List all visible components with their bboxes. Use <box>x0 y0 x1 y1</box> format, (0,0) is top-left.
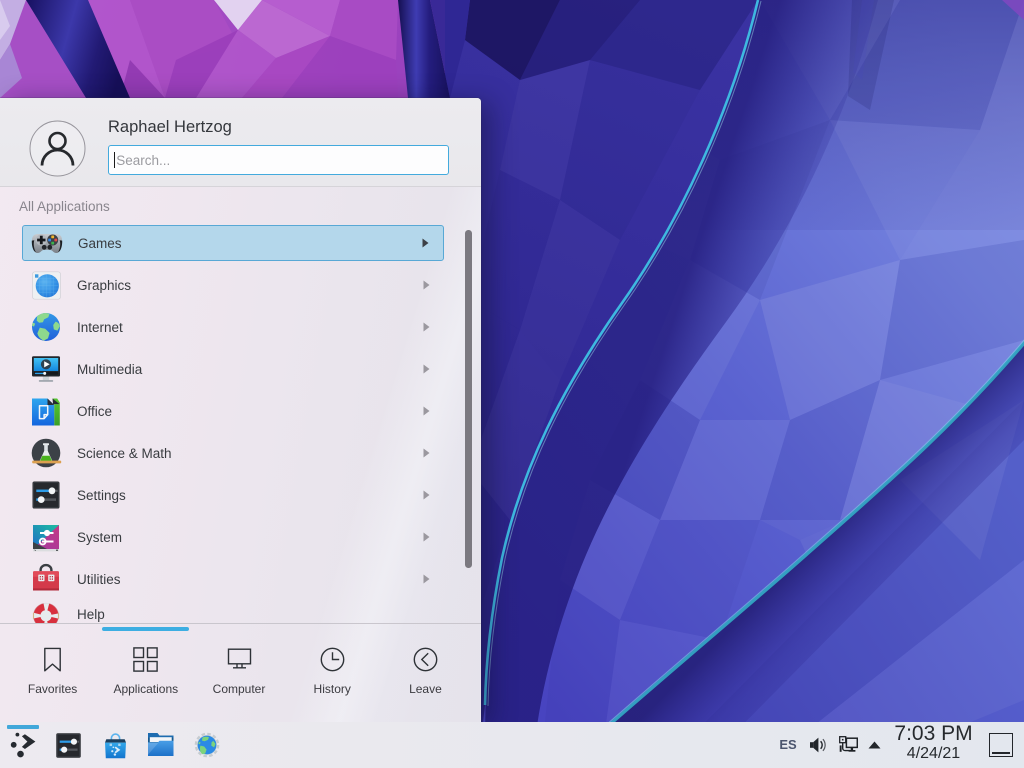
system-icon <box>30 521 62 553</box>
clock-icon <box>320 647 345 672</box>
application-launcher-popup: Raphael Hertzog Search... All Applicatio… <box>0 98 481 722</box>
submenu-arrow-icon <box>423 490 430 500</box>
gamepad-icon <box>31 227 63 259</box>
category-row-games[interactable]: Games <box>22 225 444 261</box>
tab-applications[interactable]: Applications <box>99 624 192 722</box>
search-placeholder: Search... <box>116 153 170 168</box>
multimedia-monitor-icon <box>30 353 62 385</box>
launcher-header: Raphael Hertzog Search... <box>0 98 481 187</box>
app-launcher-button[interactable] <box>4 722 43 768</box>
system-settings-icon[interactable] <box>54 731 83 760</box>
kali-menu-icon <box>8 730 40 760</box>
category-row-science[interactable]: Science & Math <box>22 435 444 471</box>
clock-date: 4/24/21 <box>885 745 982 762</box>
category-label: Utilities <box>77 572 121 587</box>
user-name: Raphael Hertzog <box>108 118 232 137</box>
category-row-help[interactable]: Help <box>22 596 444 623</box>
tab-leave[interactable]: Leave <box>379 624 472 722</box>
keyboard-layout-indicator[interactable]: ES <box>777 737 799 752</box>
show-desktop-button[interactable] <box>989 733 1014 757</box>
expand-tray-caret-icon[interactable] <box>868 741 881 749</box>
category-label: Graphics <box>77 278 131 293</box>
tab-label: Favorites <box>28 682 77 696</box>
submenu-arrow-icon <box>423 532 430 542</box>
submenu-arrow-icon <box>423 448 430 458</box>
file-manager-folder-icon[interactable] <box>145 730 177 760</box>
submenu-arrow-icon <box>423 280 430 290</box>
category-row-internet[interactable]: Internet <box>22 309 444 345</box>
submenu-arrow-icon <box>423 364 430 374</box>
discover-bag-icon[interactable] <box>102 732 129 759</box>
category-label: Multimedia <box>77 362 142 377</box>
category-row-multimedia[interactable]: Multimedia <box>22 351 444 387</box>
category-row-utilities[interactable]: Utilities <box>22 561 444 597</box>
category-row-system[interactable]: System <box>22 519 444 555</box>
science-flask-icon <box>30 437 62 469</box>
tab-label: Applications <box>113 682 178 696</box>
submenu-arrow-icon <box>422 238 429 248</box>
search-input[interactable]: Search... <box>108 145 449 175</box>
volume-icon[interactable] <box>809 736 828 754</box>
active-task-indicator <box>7 725 39 729</box>
category-list: Games Graphics <box>0 225 481 623</box>
submenu-arrow-icon <box>423 322 430 332</box>
text-cursor <box>114 152 115 168</box>
monitor-icon <box>227 647 252 672</box>
submenu-arrow-icon <box>423 574 430 584</box>
category-label: Help <box>77 607 105 622</box>
tab-label: Leave <box>409 682 442 696</box>
utilities-toolbox-icon <box>30 563 62 595</box>
category-row-settings[interactable]: Settings <box>22 477 444 513</box>
digital-clock[interactable]: 7:03 PM 4/24/21 <box>885 724 982 762</box>
category-label: Games <box>78 236 122 251</box>
category-label: Internet <box>77 320 123 335</box>
wired-network-icon[interactable] <box>839 736 858 754</box>
category-label: System <box>77 530 122 545</box>
web-browser-globe-gear-icon[interactable] <box>194 732 220 758</box>
launcher-tabbar: Favorites Applications Computer <box>0 624 481 722</box>
list-scrollbar[interactable] <box>465 230 472 568</box>
help-lifebuoy-icon <box>30 598 62 623</box>
user-avatar[interactable] <box>29 120 86 177</box>
settings-sliders-icon <box>30 479 62 511</box>
leave-icon <box>413 647 438 672</box>
category-label: Office <box>77 404 112 419</box>
grid-icon <box>133 647 158 672</box>
category-row-graphics[interactable]: Graphics <box>22 267 444 303</box>
tab-favorites[interactable]: Favorites <box>6 624 99 722</box>
tab-label: Computer <box>213 682 266 696</box>
graphics-ball-icon <box>30 269 62 301</box>
tab-computer[interactable]: Computer <box>192 624 285 722</box>
taskbar-panel: ES 7:03 PM 4/24/21 <box>0 722 1024 768</box>
tab-history[interactable]: History <box>286 624 379 722</box>
tab-label: History <box>314 682 351 696</box>
clock-time: 7:03 PM <box>885 724 982 744</box>
office-documents-icon <box>30 395 62 427</box>
globe-icon <box>30 311 62 343</box>
bookmark-icon <box>40 647 65 672</box>
section-label: All Applications <box>19 199 110 214</box>
submenu-arrow-icon <box>423 406 430 416</box>
category-label: Settings <box>77 488 126 503</box>
category-row-office[interactable]: Office <box>22 393 444 429</box>
category-label: Science & Math <box>77 446 172 461</box>
